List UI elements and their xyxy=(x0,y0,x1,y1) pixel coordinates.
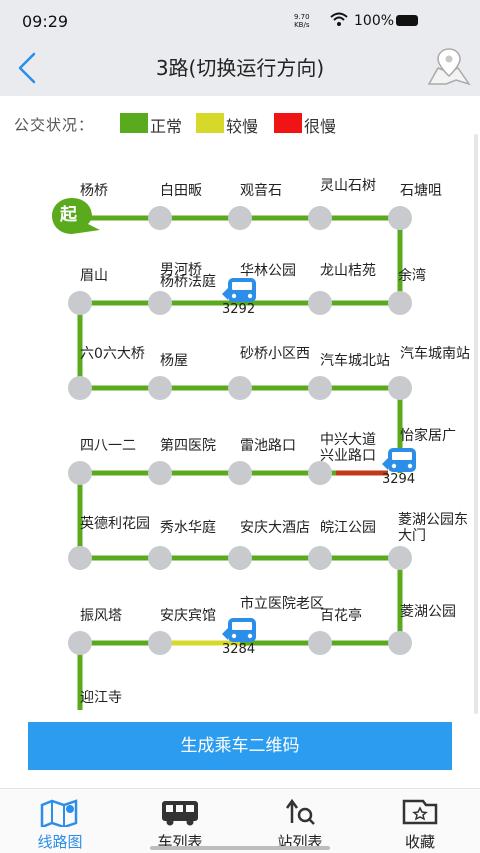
network-speed-value: 9.70 xyxy=(294,13,310,21)
stop-label[interactable]: 四八一二 xyxy=(80,438,136,454)
bottom-tab-bar: 线路图 车列表 站列表 收藏 xyxy=(0,788,480,853)
stop-label[interactable]: 秀水华庭 xyxy=(160,520,216,536)
battery-icon xyxy=(396,15,418,26)
stop-label[interactable]: 砂桥小区西 xyxy=(240,346,310,362)
status-bar: 09:29 9.70 KB/s 100% xyxy=(0,0,480,40)
network-speed: 9.70 KB/s xyxy=(294,13,310,29)
legend-text-slow: 较慢 xyxy=(226,117,259,136)
station-search-icon xyxy=(285,798,315,825)
map-route-icon xyxy=(40,799,78,827)
stop-label[interactable]: 振风塔 xyxy=(80,608,122,624)
stop-label[interactable]: 杨屋 xyxy=(160,353,188,369)
bus-id[interactable]: 3294 xyxy=(382,472,415,487)
start-badge-label: 起 xyxy=(60,205,77,225)
tab-bus-list[interactable]: 车列表 xyxy=(120,789,240,853)
stop-label[interactable]: 菱湖公园东大门 xyxy=(398,512,478,544)
stop-label[interactable]: 雷池路口 xyxy=(240,438,296,454)
stop-label[interactable]: 石塘咀 xyxy=(400,183,442,199)
stop-label[interactable]: 杨桥 xyxy=(80,183,108,199)
tab-label: 收藏 xyxy=(404,833,435,851)
bus-id[interactable]: 3292 xyxy=(222,302,255,317)
stop-label[interactable]: 菱湖公园 xyxy=(400,604,456,620)
stop-label[interactable]: 龙山桔苑 xyxy=(320,263,376,279)
legend-text-normal: 正常 xyxy=(150,117,183,136)
favorites-icon xyxy=(402,799,438,825)
stop-label[interactable]: 白田畈 xyxy=(160,183,202,199)
bus-icon xyxy=(162,801,198,826)
page-title[interactable]: 3路(切换运行方向) xyxy=(60,52,420,81)
map-pin-icon[interactable] xyxy=(426,46,472,88)
network-speed-unit: KB/s xyxy=(294,21,310,29)
tab-route-map[interactable]: 线路图 xyxy=(0,789,120,853)
stop-label[interactable]: 安庆大酒店 xyxy=(240,520,310,536)
stop-label[interactable]: 中兴大道兴业路口 xyxy=(320,432,384,464)
tab-label: 线路图 xyxy=(37,833,83,851)
legend-swatch-normal xyxy=(120,113,148,133)
legend-swatch-slow xyxy=(196,113,224,133)
wifi-icon xyxy=(330,12,348,26)
legend-swatch-very-slow xyxy=(274,113,302,133)
home-indicator[interactable] xyxy=(150,846,330,850)
stop-label[interactable]: 英德利花园 xyxy=(80,516,150,532)
stop-label[interactable]: 汽车城北站 xyxy=(320,353,390,369)
legend-label: 公交状况： xyxy=(14,116,95,134)
stop-label[interactable]: 汽车城南站 xyxy=(400,346,470,362)
header: 3路(切换运行方向) xyxy=(0,40,480,96)
status-time: 09:29 xyxy=(22,12,69,31)
route-map[interactable]: 起 杨桥 白田畈 观音石 灵山石树 石塘咀 余湾 龙山桔苑 华林公园 杨桥法庭 … xyxy=(0,150,480,710)
stop-label[interactable]: 余湾 xyxy=(398,268,426,284)
tab-station-list[interactable]: 站列表 xyxy=(240,789,360,853)
stop-label[interactable]: 迎江寺 xyxy=(80,690,122,706)
battery-percent: 100% xyxy=(354,13,395,29)
stop-label[interactable]: 华林公园 xyxy=(240,263,296,279)
tab-favorites[interactable]: 收藏 xyxy=(360,789,480,853)
bus-marker-3294-icon xyxy=(382,448,416,472)
stop-label[interactable]: 皖江公园 xyxy=(320,520,376,536)
bus-id[interactable]: 3284 xyxy=(222,642,255,657)
stop-label[interactable]: 六0六大桥 xyxy=(80,346,145,362)
back-chevron-icon[interactable] xyxy=(14,50,44,86)
stop-label[interactable]: 百花亭 xyxy=(320,608,362,624)
stop-label[interactable]: 观音石 xyxy=(240,183,282,199)
stop-label[interactable]: 市立医院老区 xyxy=(240,596,324,612)
stop-label[interactable]: 灵山石树 xyxy=(320,178,376,194)
stop-label[interactable]: 男河桥 xyxy=(160,262,202,278)
stop-label[interactable]: 第四医院 xyxy=(160,438,216,454)
bus-marker-3292-icon xyxy=(222,278,256,302)
generate-qr-code-button[interactable]: 生成乘车二维码 xyxy=(28,722,452,770)
stop-label[interactable]: 安庆宾馆 xyxy=(160,608,216,624)
stop-label[interactable]: 眉山 xyxy=(80,268,108,284)
traffic-legend: 公交状况： 正常 较慢 很慢 xyxy=(0,108,480,138)
legend-text-very-slow: 很慢 xyxy=(304,117,337,136)
bus-marker-3284-icon xyxy=(222,618,256,642)
stop-label[interactable]: 怡家居广 xyxy=(400,428,456,444)
